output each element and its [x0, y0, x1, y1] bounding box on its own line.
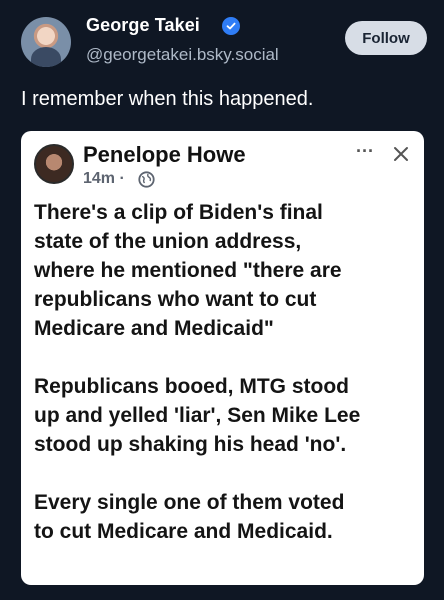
embed-paragraph: Every single one of them voted to cut Me…	[34, 488, 414, 546]
text-line: republicans who want to cut	[34, 288, 317, 311]
author-name[interactable]: George Takei	[86, 15, 200, 36]
embed-author-name: Penelope Howe	[83, 142, 246, 167]
globe-icon	[138, 171, 155, 188]
embed-paragraph: There's a clip of Biden's final state of…	[34, 198, 414, 343]
text-line: Every single one of them voted	[34, 491, 345, 514]
close-icon	[392, 145, 410, 163]
text-line: Republicans booed, MTG stood	[34, 375, 349, 398]
embedded-screenshot-card[interactable]: Penelope Howe 14m · ··· There's a clip o…	[21, 131, 424, 585]
post-view: George Takei @georgetakei.bsky.social Fo…	[0, 0, 444, 600]
text-line: to cut Medicare and Medicaid.	[34, 520, 333, 543]
text-line: There's a clip of Biden's final	[34, 201, 323, 224]
text-line: Medicare and Medicaid"	[34, 317, 274, 340]
more-options-icon: ···	[356, 141, 374, 161]
verified-check-icon	[222, 17, 240, 35]
text-line: state of the union address,	[34, 230, 302, 253]
embed-paragraph: Republicans booed, MTG stood up and yell…	[34, 372, 414, 459]
text-line: where he mentioned "there are	[34, 259, 342, 282]
embed-avatar	[34, 144, 74, 184]
avatar[interactable]	[21, 17, 71, 67]
follow-button[interactable]: Follow	[345, 21, 427, 55]
text-line: stood up shaking his head 'no'.	[34, 433, 347, 456]
embed-timestamp: 14m ·	[83, 170, 125, 187]
embed-body-text: There's a clip of Biden's final state of…	[34, 198, 414, 575]
author-handle[interactable]: @georgetakei.bsky.social	[86, 45, 279, 65]
post-text: I remember when this happened.	[21, 88, 314, 110]
text-line: up and yelled 'liar', Sen Mike Lee	[34, 404, 361, 427]
